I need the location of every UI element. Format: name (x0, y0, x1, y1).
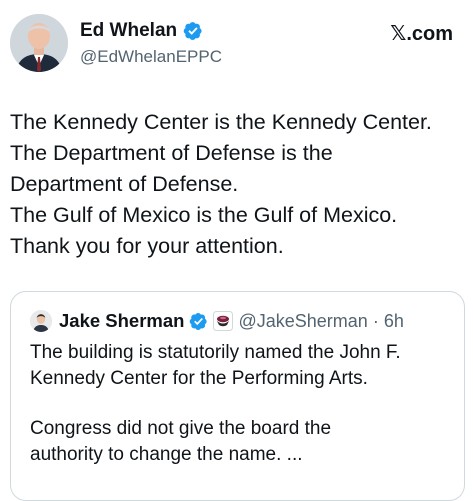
source-label-text: .com (406, 23, 453, 45)
quoted-tweet-header: Jake Sherman @JakeSherman · 6h (30, 310, 404, 332)
tweet-line: Department of Defense. (10, 172, 239, 196)
tweet-line: The Kennedy Center is the Kennedy Center… (10, 110, 432, 134)
quoted-tweet-line: Congress did not give the board the (30, 418, 332, 439)
quoted-tweet-line: The building is statutorily named the Jo… (30, 342, 401, 363)
source-label: 𝕏.com (390, 21, 453, 46)
quoted-tweet-line: authority to change the name. ... (30, 443, 303, 465)
tweet-text: The Kennedy Center is the Kennedy Center… (10, 107, 470, 262)
quoted-tweet-text: The building is statutorily named the Jo… (30, 340, 460, 467)
affiliate-badge-icon (213, 311, 234, 331)
quoted-author-name[interactable]: Jake Sherman (59, 310, 184, 332)
quoted-tweet-time[interactable]: 6h (384, 311, 404, 332)
verified-badge-icon (183, 22, 202, 40)
author-handle[interactable]: @EdWhelanEPPC (80, 47, 222, 67)
tweet-line: The Gulf of Mexico is the Gulf of Mexico… (10, 203, 398, 227)
verified-badge-icon (190, 312, 208, 330)
meta-separator: · (372, 310, 379, 331)
author-avatar[interactable] (10, 14, 68, 72)
author-display-name[interactable]: Ed Whelan (80, 20, 177, 42)
quoted-tweet-card[interactable]: Jake Sherman @JakeSherman · 6h The build… (10, 291, 465, 501)
author-portrait-icon (10, 14, 68, 72)
quoted-author-avatar[interactable] (30, 310, 52, 332)
x-logo-icon: 𝕏 (390, 21, 407, 45)
quoted-tweet-line: Kennedy Center for the Performing Arts. (30, 367, 368, 389)
quoted-author-handle[interactable]: @JakeSherman (238, 311, 367, 332)
quoted-author-portrait-icon (30, 310, 52, 332)
tweet-line: Thank you for your attention. (10, 234, 284, 258)
tweet-line: The Department of Defense is the (10, 141, 333, 165)
